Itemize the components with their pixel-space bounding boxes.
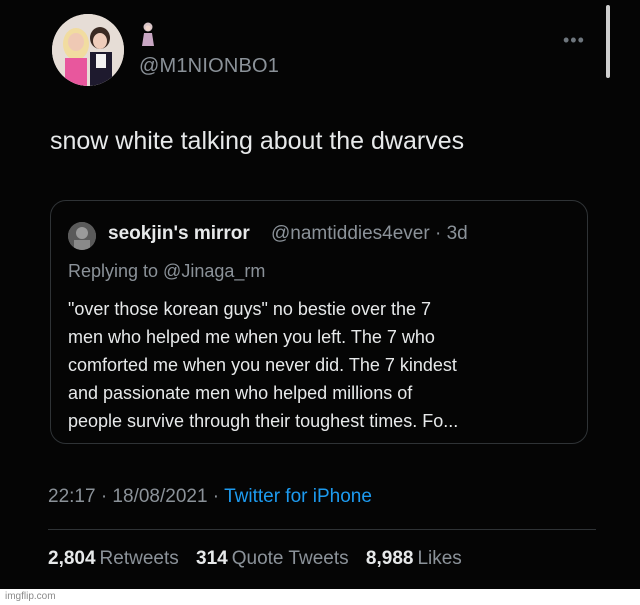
quoted-tweet[interactable]: seokjin's mirror @namtiddies4ever · 3d R… xyxy=(50,200,588,444)
quotes-count: 314 xyxy=(196,548,228,569)
doll-emoji-icon xyxy=(140,22,156,46)
profile-photo-icon xyxy=(52,14,124,86)
watermark-bar: imgflip.com xyxy=(0,589,640,605)
quoted-body-line: and passionate men who helped millions o… xyxy=(68,383,413,403)
avatar[interactable] xyxy=(52,14,124,86)
retweets-stat[interactable]: 2,804 Retweets xyxy=(48,548,179,569)
quoted-display-name[interactable]: seokjin's mirror xyxy=(108,223,250,245)
scrollbar[interactable] xyxy=(606,5,610,78)
quoted-body-line: men who helped me when you left. The 7 w… xyxy=(68,327,435,347)
quote-tweets-stat[interactable]: 314 Quote Tweets xyxy=(196,548,349,569)
quoted-avatar[interactable] xyxy=(68,222,96,250)
quoted-body-line: people survive through their toughest ti… xyxy=(68,411,459,431)
likes-stat[interactable]: 8,988 Likes xyxy=(366,548,462,569)
retweets-count: 2,804 xyxy=(48,548,96,569)
divider xyxy=(48,529,596,530)
replying-to: Replying to @Jinaga_rm xyxy=(68,261,266,281)
quotes-label: Quote Tweets xyxy=(231,548,349,569)
retweets-label: Retweets xyxy=(99,548,179,569)
tweet-text: snow white talking about the dwarves xyxy=(50,127,465,155)
more-options-icon[interactable]: ••• xyxy=(563,30,585,51)
tweet-stats: 2,804 Retweets 314 Quote Tweets 8,988 Likes xyxy=(48,548,474,570)
profile-photo-icon xyxy=(68,222,96,250)
source-link[interactable]: Twitter for iPhone xyxy=(224,486,372,507)
user-handle[interactable]: @M1NIONBO1 xyxy=(139,55,279,78)
quoted-handle-time: @namtiddies4ever · 3d xyxy=(271,223,468,244)
tweet-meta: 22:17 · 18/08/2021 · Twitter for iPhone xyxy=(48,486,372,508)
quoted-body-line: "over those korean guys" no bestie over … xyxy=(68,299,431,319)
tweet-card: @M1NIONBO1 ••• snow white talking about … xyxy=(0,0,640,605)
likes-count: 8,988 xyxy=(365,548,414,569)
quoted-body: "over those korean guys" no bestie over … xyxy=(68,295,578,435)
watermark-text: imgflip.com xyxy=(5,591,56,602)
timestamp: 22:17 · 18/08/2021 · xyxy=(48,486,225,507)
likes-label: Likes xyxy=(417,548,462,569)
quoted-body-line: comforted me when you never did. The 7 k… xyxy=(68,355,457,375)
